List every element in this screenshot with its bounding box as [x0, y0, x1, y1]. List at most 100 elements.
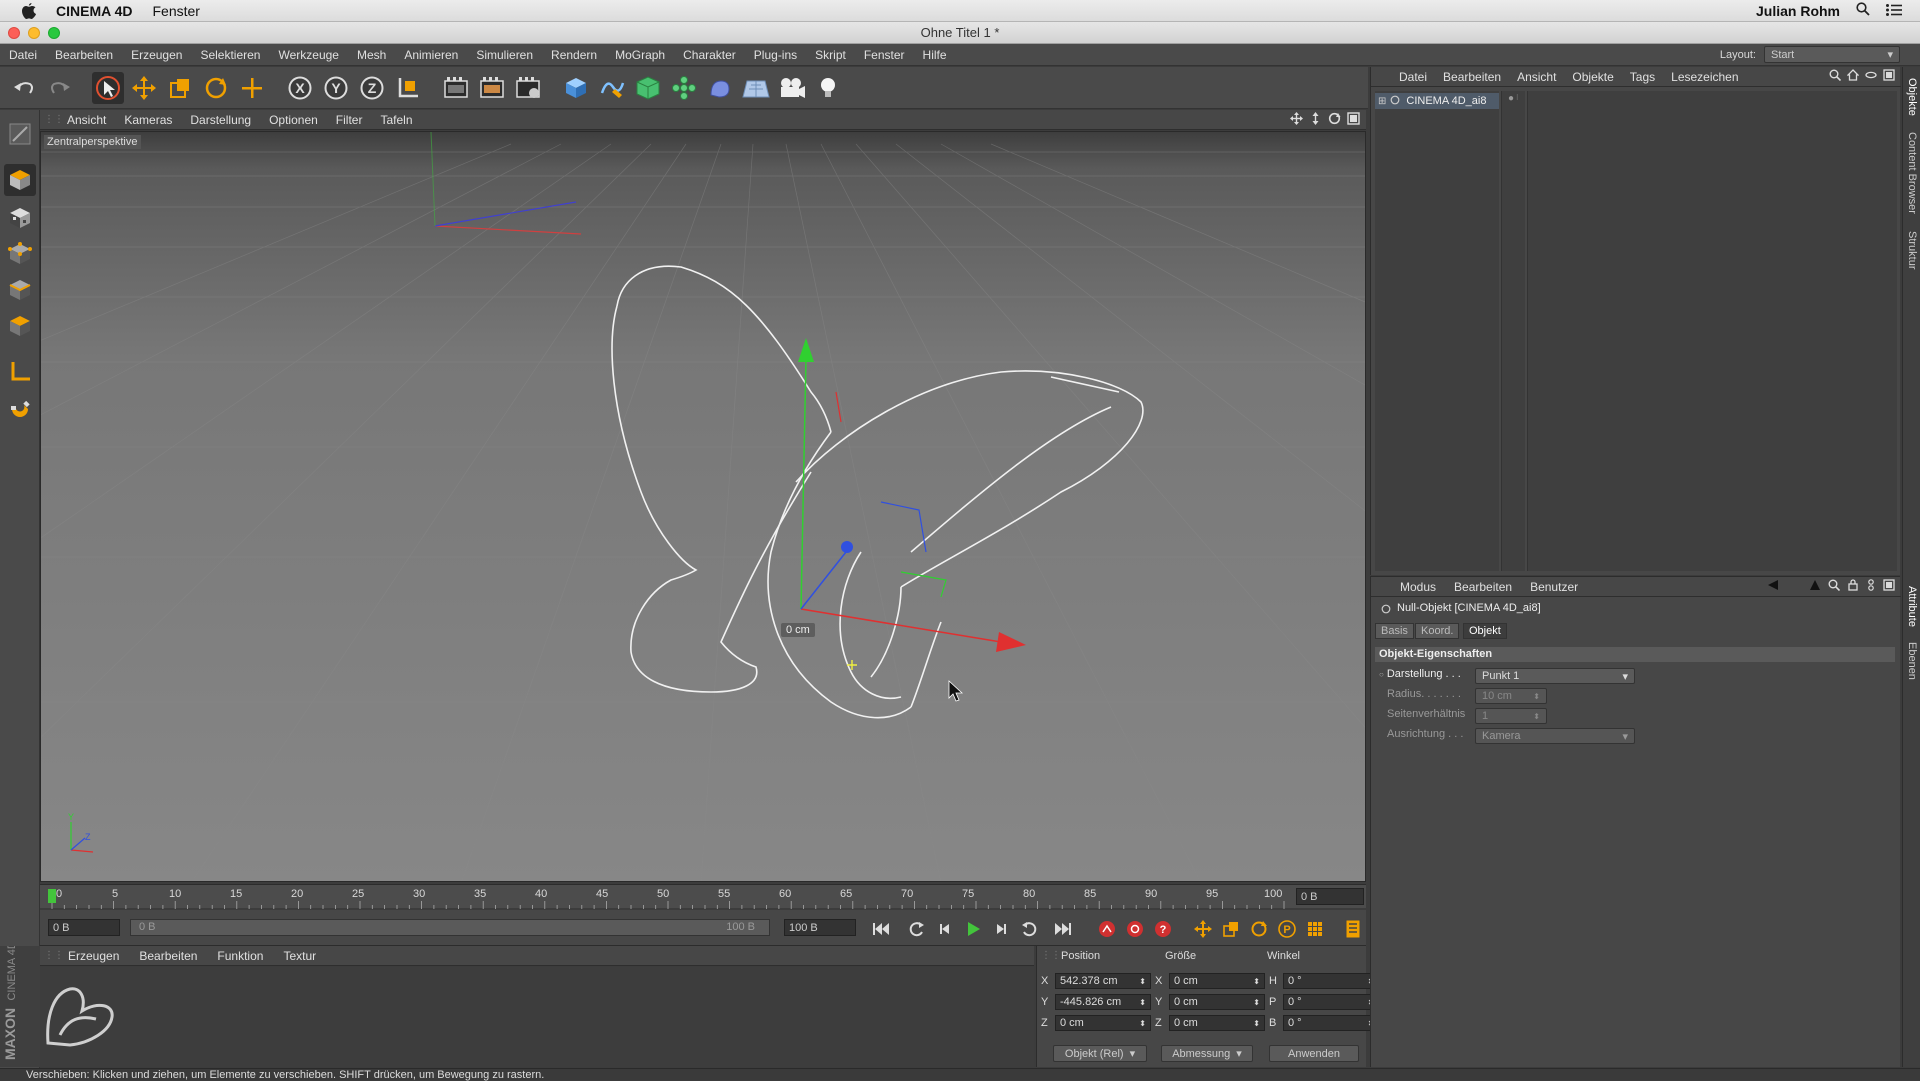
redo-button[interactable]	[44, 72, 76, 104]
y-axis-lock-button[interactable]: Y	[320, 72, 352, 104]
attribute-menu-benutzer[interactable]: Benutzer	[1521, 580, 1587, 594]
viewport-menu-filter[interactable]: Filter	[327, 113, 372, 127]
new-view-icon[interactable]	[1883, 69, 1895, 84]
go-to-end-button[interactable]	[1052, 918, 1074, 940]
render-view-button[interactable]	[440, 72, 472, 104]
coordinate-mode-dropdown[interactable]: Objekt (Rel) ▾	[1053, 1045, 1147, 1062]
object-tags-column[interactable]	[1527, 91, 1897, 571]
y-axis-handle[interactable]	[798, 338, 814, 362]
record-position-button[interactable]	[1192, 918, 1214, 940]
attribute-menu-bearbeiten[interactable]: Bearbeiten	[1445, 580, 1521, 594]
menu-charakter[interactable]: Charakter	[674, 48, 745, 62]
menu-erzeugen[interactable]: Erzeugen	[122, 48, 191, 62]
render-dot-icon[interactable]: ⁝	[1516, 93, 1519, 102]
close-window-icon[interactable]	[8, 27, 20, 39]
angle-p-field[interactable]: 0 °⬍	[1283, 994, 1379, 1010]
material-manager-area[interactable]	[40, 967, 1034, 1067]
apply-button[interactable]: Anwenden	[1269, 1045, 1359, 1062]
viewport-menu-darstellung[interactable]: Darstellung	[181, 113, 260, 127]
app-name-menu[interactable]: CINEMA 4D	[56, 3, 133, 19]
animation-dot-icon[interactable]: ○	[1379, 670, 1384, 679]
viewport-zoom-icon[interactable]	[1309, 111, 1322, 128]
next-frame-button[interactable]	[990, 918, 1012, 940]
darstellung-dropdown[interactable]: Punkt 1 ▾	[1475, 668, 1635, 684]
lock-icon[interactable]	[1847, 579, 1859, 594]
position-x-field[interactable]: 542.378 cm ⬍	[1055, 973, 1151, 989]
menu-animieren[interactable]: Animieren	[395, 48, 467, 62]
timeline-ruler[interactable]: 0 5 10 15 20 25 30 35 40 45 50 55 60 65 …	[40, 884, 1366, 909]
size-x-field[interactable]: 0 cm ⬍	[1169, 973, 1265, 989]
autokeying-button[interactable]	[1124, 918, 1146, 940]
play-button[interactable]	[962, 918, 984, 940]
tab-koord[interactable]: Koord.	[1415, 623, 1460, 639]
camera-button[interactable]	[776, 72, 808, 104]
home-icon[interactable]	[1846, 69, 1860, 84]
record-active-objects-button[interactable]	[1096, 918, 1118, 940]
start-frame-field[interactable]: 0 B	[48, 919, 120, 936]
side-tab-objekte[interactable]: Objekte	[1903, 75, 1920, 119]
menu-hilfe[interactable]: Hilfe	[914, 48, 956, 62]
search-icon[interactable]	[1828, 579, 1841, 594]
angle-b-field[interactable]: 0 °⬍	[1283, 1015, 1379, 1031]
viewport-pan-icon[interactable]	[1290, 111, 1303, 128]
viewport-rotate-icon[interactable]	[1328, 112, 1341, 128]
viewport-maximize-icon[interactable]	[1347, 111, 1360, 128]
make-editable-button[interactable]	[4, 118, 36, 150]
menu-plugins[interactable]: Plug-ins	[745, 48, 806, 62]
current-frame-field[interactable]: 0 B	[1296, 888, 1364, 905]
coordinate-system-button[interactable]	[392, 72, 424, 104]
menu-bearbeiten[interactable]: Bearbeiten	[46, 48, 122, 62]
tab-basis[interactable]: Basis	[1375, 623, 1414, 639]
undo-button[interactable]	[8, 72, 40, 104]
new-view-icon[interactable]	[1883, 579, 1895, 594]
size-y-field[interactable]: 0 cm ⬍	[1169, 994, 1265, 1010]
position-z-field[interactable]: 0 cm ⬍	[1055, 1015, 1151, 1031]
window-menu[interactable]: Fenster	[153, 3, 200, 19]
end-frame-field[interactable]: 100 B	[784, 919, 856, 936]
previous-keyframe-button[interactable]	[906, 918, 928, 940]
record-rotation-button[interactable]	[1248, 918, 1270, 940]
next-keyframe-button[interactable]	[1018, 918, 1040, 940]
render-settings-button[interactable]	[512, 72, 544, 104]
menu-selektieren[interactable]: Selektieren	[191, 48, 269, 62]
subdivision-surface-button[interactable]	[632, 72, 664, 104]
tab-objekt[interactable]: Objekt	[1463, 623, 1507, 639]
move-tool-button[interactable]	[128, 72, 160, 104]
menu-rendern[interactable]: Rendern	[542, 48, 606, 62]
settings-icon[interactable]	[1866, 579, 1876, 594]
object-menu-objekte[interactable]: Objekte	[1564, 70, 1621, 84]
material-menu-bearbeiten[interactable]: Bearbeiten	[129, 949, 207, 963]
point-mode-button[interactable]	[4, 238, 36, 270]
scale-tool-button[interactable]	[164, 72, 196, 104]
size-z-field[interactable]: 0 cm ⬍	[1169, 1015, 1265, 1031]
object-name[interactable]: CINEMA 4D_ai8	[1406, 95, 1486, 107]
record-scale-button[interactable]	[1220, 918, 1242, 940]
expand-icon[interactable]: ⊞	[1378, 96, 1386, 107]
visibility-dot-icon[interactable]: ●	[1508, 93, 1514, 104]
object-list[interactable]: ⊞ CINEMA 4D_ai8	[1375, 91, 1499, 571]
x-axis-lock-button[interactable]: X	[284, 72, 316, 104]
deformer-button[interactable]	[704, 72, 736, 104]
cube-primitive-button[interactable]	[560, 72, 592, 104]
viewport-menu-tafeln[interactable]: Tafeln	[371, 113, 421, 127]
layout-dropdown[interactable]: Start ▾	[1764, 46, 1900, 63]
size-mode-dropdown[interactable]: Abmessung ▾	[1161, 1045, 1253, 1062]
side-tab-attribute[interactable]: Attribute	[1903, 579, 1920, 633]
minimize-window-icon[interactable]	[28, 27, 40, 39]
material-menu-funktion[interactable]: Funktion	[207, 949, 273, 963]
menu-werkzeuge[interactable]: Werkzeuge	[269, 48, 347, 62]
move-gizmo[interactable]	[798, 338, 1026, 670]
link-icon[interactable]	[1865, 69, 1877, 84]
viewport-menu-kameras[interactable]: Kameras	[115, 113, 181, 127]
angle-h-field[interactable]: 0 °⬍	[1283, 973, 1379, 989]
back-arrow-icon[interactable]	[1767, 579, 1779, 594]
go-to-start-button[interactable]	[870, 918, 892, 940]
rotate-tool-button[interactable]	[200, 72, 232, 104]
search-icon[interactable]	[1829, 69, 1842, 84]
material-menu-erzeugen[interactable]: Erzeugen	[58, 949, 129, 963]
recent-tool-button[interactable]	[236, 72, 268, 104]
zoom-window-icon[interactable]	[48, 27, 60, 39]
position-y-field[interactable]: -445.826 cm ⬍	[1055, 994, 1151, 1010]
render-picture-viewer-button[interactable]	[476, 72, 508, 104]
object-menu-lesezeichen[interactable]: Lesezeichen	[1663, 70, 1746, 84]
